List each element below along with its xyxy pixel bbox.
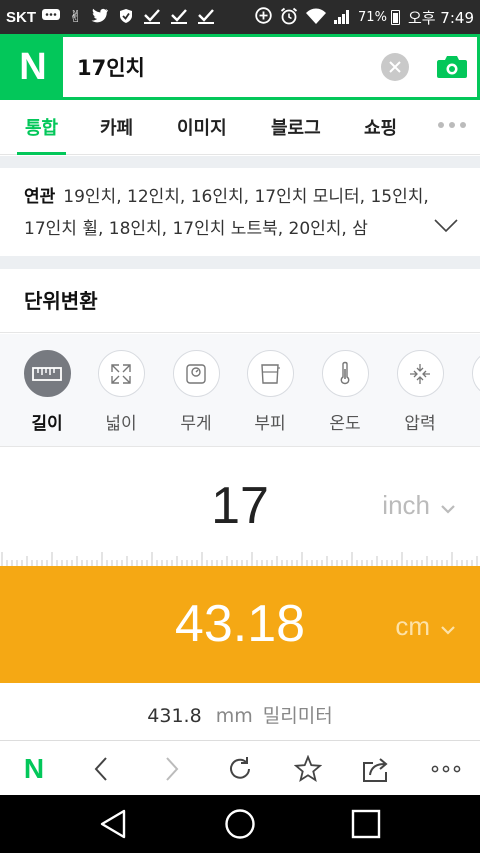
search-input[interactable]: [77, 55, 381, 79]
message-icon: [42, 8, 60, 26]
category-volume[interactable]: 부피: [240, 350, 300, 434]
twitter-icon: [91, 8, 109, 26]
recents-square-icon: [351, 809, 381, 839]
back-icon: [94, 756, 107, 781]
close-icon: [389, 61, 401, 73]
clock-time: 오후 7:49: [407, 8, 474, 27]
expand-arrows-icon: [97, 350, 145, 397]
back-button[interactable]: [71, 741, 131, 796]
output-unit: cm: [395, 611, 430, 641]
related-label: 연관: [24, 187, 56, 207]
scale-icon: [172, 350, 220, 397]
secondary-conversion: 431.8 mm 밀리미터: [0, 683, 480, 740]
search-header: N: [0, 34, 480, 100]
secondary-unit-name: 밀리미터: [262, 705, 333, 727]
check-icon: [197, 8, 215, 27]
more-icon: [431, 765, 461, 772]
pressure-icon: [396, 350, 444, 397]
output-row: 43.18 cm: [0, 566, 480, 683]
victory-hand-icon: ✌: [69, 7, 83, 26]
beaker-icon: [246, 350, 294, 397]
system-home-button[interactable]: [205, 795, 275, 853]
home-circle-icon: [225, 809, 255, 839]
section-divider: [0, 256, 480, 269]
refresh-button[interactable]: [210, 741, 270, 796]
clear-search-button[interactable]: [381, 53, 409, 81]
refresh-icon: [230, 756, 250, 779]
back-triangle-icon: [100, 809, 126, 839]
browser-toolbar: N: [0, 740, 480, 795]
category-pressure[interactable]: 압력: [390, 350, 450, 434]
category-weight[interactable]: 무게: [166, 350, 226, 434]
share-button[interactable]: [346, 741, 406, 796]
search-tabs: 통합 카페 이미지 블로그 쇼핑: [0, 100, 480, 155]
unit-converter-title: 단위변환: [0, 269, 480, 333]
bookmark-star-icon: [294, 754, 322, 782]
camera-icon: [437, 56, 467, 78]
system-back-button[interactable]: [78, 795, 148, 853]
check-icon: [170, 8, 188, 27]
tab-images[interactable]: 이미지: [177, 100, 227, 155]
add-circle-icon: [255, 7, 272, 27]
category-next[interactable]: [465, 350, 480, 397]
category-length[interactable]: 길이: [17, 350, 77, 434]
status-bar: SKT ✌ 71% 오후 7:49: [0, 0, 480, 34]
thermometer-icon: [321, 350, 369, 397]
share-icon: [363, 757, 388, 782]
section-divider: [0, 156, 480, 168]
category-label: 온도: [329, 414, 361, 434]
secondary-unit: mm: [215, 705, 253, 727]
input-unit: inch: [382, 490, 430, 520]
search-box: [63, 37, 477, 97]
category-temperature[interactable]: 온도: [315, 350, 375, 434]
chevron-down-icon: [440, 490, 456, 521]
input-unit-select[interactable]: inch: [382, 490, 456, 521]
signal-icon: [334, 10, 350, 24]
secondary-value: 431.8: [147, 705, 202, 727]
related-searches: 연관 19인치, 12인치, 16인치, 17인치 모니터, 15인치, 17인치…: [0, 168, 480, 256]
naver-logo[interactable]: N: [3, 37, 63, 97]
tab-shopping[interactable]: 쇼핑: [364, 100, 397, 155]
related-terms[interactable]: 19인치, 12인치, 16인치, 17인치 모니터, 15인치, 17인치 휠…: [24, 187, 429, 239]
battery-percent: 71%: [358, 9, 387, 25]
category-area[interactable]: 넓이: [91, 350, 151, 434]
category-label: 넓이: [105, 414, 137, 434]
carrier-label: SKT: [6, 8, 36, 26]
tab-blog[interactable]: 블로그: [271, 100, 321, 155]
system-nav-bar: [0, 795, 480, 853]
more-menu-button[interactable]: [416, 741, 476, 796]
category-label: 길이: [31, 414, 63, 434]
more-category-icon: [471, 350, 480, 397]
camera-search-button[interactable]: [427, 37, 477, 97]
alarm-icon: [280, 7, 298, 28]
tab-cafe[interactable]: 카페: [100, 100, 133, 155]
naver-home-icon: N: [23, 752, 45, 784]
ruler-scale[interactable]: [0, 547, 480, 566]
shield-icon: [118, 8, 134, 27]
naver-home-button[interactable]: N: [4, 741, 64, 796]
bookmark-button[interactable]: [278, 741, 338, 796]
battery-icon: [390, 9, 400, 25]
ruler-icon: [23, 350, 71, 397]
unit-category-list: 길이 넓이 무게 부피 온도 압력: [0, 334, 480, 447]
category-label: 부피: [254, 414, 286, 434]
category-label: 무게: [180, 414, 212, 434]
input-row: 17 inch: [0, 448, 480, 548]
check-icon: [143, 8, 161, 27]
system-recents-button[interactable]: [331, 795, 401, 853]
chevron-down-icon: [440, 611, 456, 642]
forward-button[interactable]: [142, 741, 202, 796]
tab-integrated[interactable]: 통합: [16, 100, 67, 155]
output-unit-select[interactable]: cm: [395, 611, 456, 642]
tabs-more-icon[interactable]: [433, 122, 466, 128]
wifi-icon: [306, 8, 327, 27]
category-label: 압력: [404, 414, 436, 434]
chevron-down-icon[interactable]: [434, 218, 458, 237]
forward-icon: [166, 756, 179, 781]
